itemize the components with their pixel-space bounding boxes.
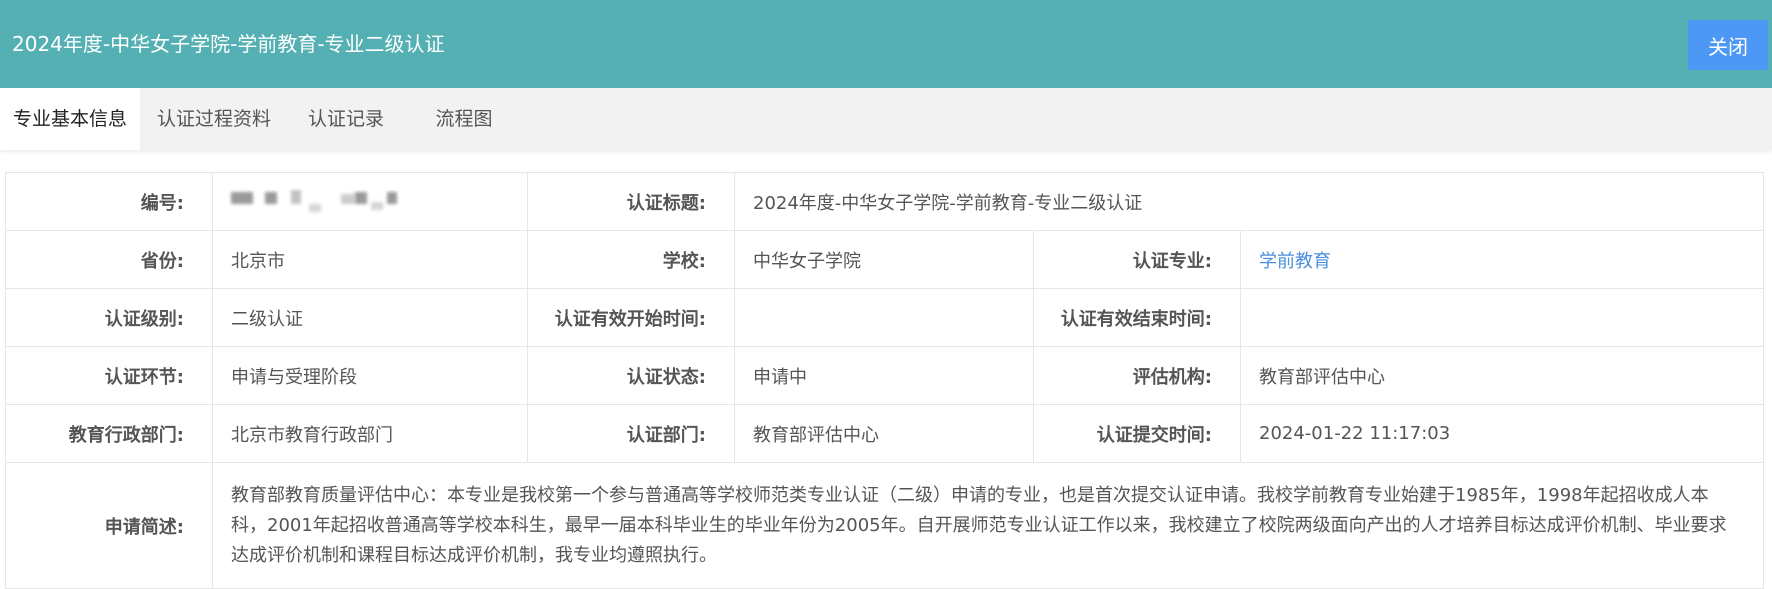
stage-label: 认证环节:: [5, 346, 213, 405]
table-row: 教育行政部门: 北京市教育行政部门 认证部门: 教育部评估中心 认证提交时间: …: [5, 404, 1765, 463]
title-label: 认证标题:: [527, 172, 735, 231]
start-time-value: [734, 288, 1034, 347]
start-time-label: 认证有效开始时间:: [527, 288, 735, 347]
status-label: 认证状态:: [527, 346, 735, 405]
school-value: 中华女子学院: [734, 230, 1034, 289]
tab-bar: 专业基本信息 认证过程资料 认证记录 流程图: [0, 88, 1772, 150]
table-row: 认证环节: 申请与受理阶段 认证状态: 申请中 评估机构: 教育部评估中心: [5, 346, 1765, 405]
admin-dept-label: 教育行政部门:: [5, 404, 213, 463]
table-row: 省份: 北京市 学校: 中华女子学院 认证专业: 学前教育: [5, 230, 1765, 289]
agency-value: 教育部评估中心: [1239, 346, 1765, 405]
cert-dept-label: 认证部门:: [527, 404, 735, 463]
info-table: 编号: 认证标题: 2024年度-中华女子学院-学前教育-专业二级认证 省份: …: [5, 172, 1765, 589]
description-value: 教育部教育质量评估中心：本专业是我校第一个参与普通高等学校师范类专业认证（二级）…: [211, 462, 1765, 589]
table-row: 申请简述: 教育部教育质量评估中心：本专业是我校第一个参与普通高等学校师范类专业…: [5, 462, 1765, 589]
end-time-value: [1239, 288, 1765, 347]
tab-basic-info[interactable]: 专业基本信息: [0, 88, 140, 150]
admin-dept-value: 北京市教育行政部门: [212, 404, 528, 463]
number-value-redacted: [212, 172, 528, 231]
table-row: 编号: 认证标题: 2024年度-中华女子学院-学前教育-专业二级认证: [5, 172, 1765, 231]
title-value: 2024年度-中华女子学院-学前教育-专业二级认证: [733, 172, 1765, 231]
level-label: 认证级别:: [5, 288, 213, 347]
province-label: 省份:: [5, 230, 213, 289]
end-time-label: 认证有效结束时间:: [1033, 288, 1241, 347]
level-value: 二级认证: [212, 288, 528, 347]
tab-flowchart[interactable]: 流程图: [404, 88, 524, 150]
header-bar: 2024年度-中华女子学院-学前教育-专业二级认证 关闭: [0, 0, 1772, 88]
province-value: 北京市: [212, 230, 528, 289]
page-title: 2024年度-中华女子学院-学前教育-专业二级认证: [12, 32, 445, 56]
table-row: 认证级别: 二级认证 认证有效开始时间: 认证有效结束时间:: [5, 288, 1765, 347]
description-label: 申请简述:: [5, 462, 213, 589]
tab-process-materials[interactable]: 认证过程资料: [140, 88, 288, 150]
tab-records[interactable]: 认证记录: [288, 88, 404, 150]
stage-value: 申请与受理阶段: [212, 346, 528, 405]
major-link[interactable]: 学前教育: [1239, 230, 1765, 289]
agency-label: 评估机构:: [1033, 346, 1241, 405]
close-button[interactable]: 关闭: [1688, 20, 1768, 70]
status-value: 申请中: [734, 346, 1034, 405]
major-label: 认证专业:: [1033, 230, 1241, 289]
submit-time-value: 2024-01-22 11:17:03: [1239, 404, 1765, 463]
number-label: 编号:: [5, 172, 213, 231]
redacted-number-image: [231, 186, 431, 218]
cert-dept-value: 教育部评估中心: [734, 404, 1034, 463]
submit-time-label: 认证提交时间:: [1033, 404, 1241, 463]
school-label: 学校:: [527, 230, 735, 289]
